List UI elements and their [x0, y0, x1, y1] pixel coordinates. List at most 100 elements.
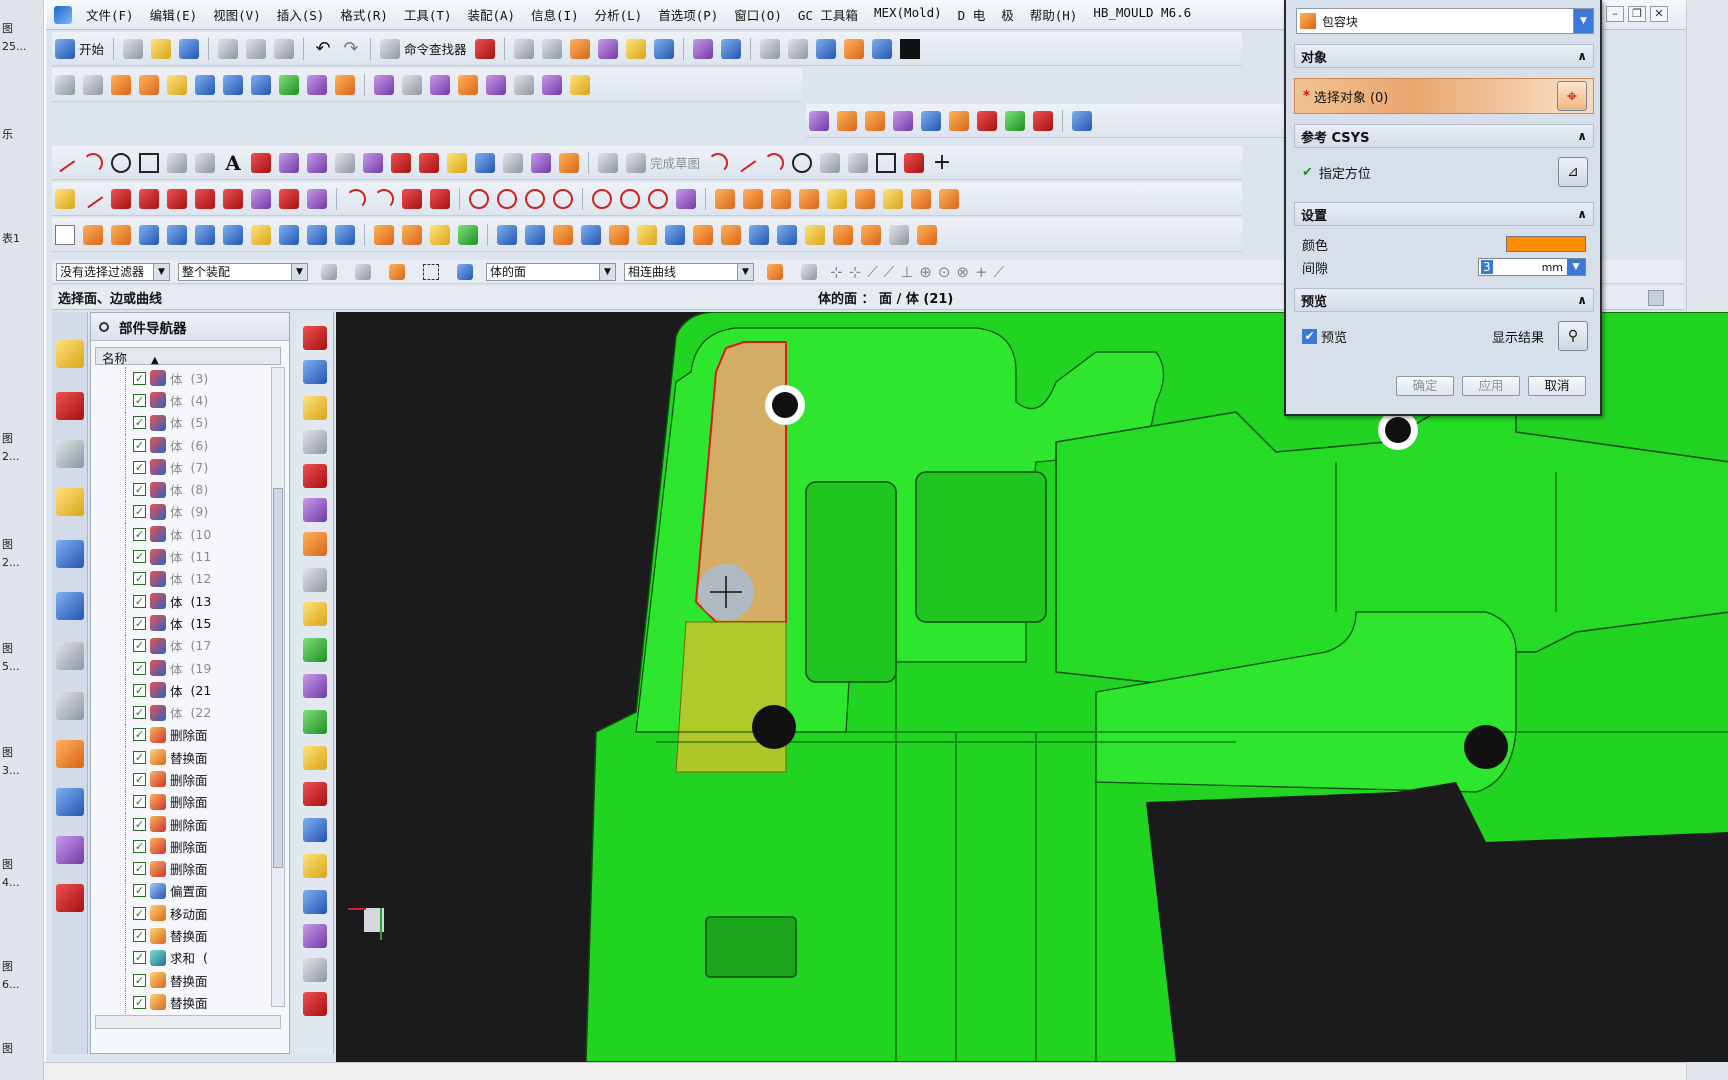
- start-button[interactable]: 开始: [52, 36, 107, 62]
- cube-tool-icon[interactable]: [303, 326, 327, 350]
- constraint-tool[interactable]: [220, 186, 246, 212]
- constraint-tool[interactable]: [589, 186, 615, 212]
- menu-item[interactable]: 文件(F): [78, 5, 142, 24]
- visibility-checkbox[interactable]: ✓: [133, 527, 146, 541]
- constraint-tool[interactable]: [399, 186, 425, 212]
- chevron-down-icon[interactable]: ▼: [1567, 259, 1585, 275]
- constraint-tool[interactable]: [276, 186, 302, 212]
- menu-item[interactable]: 插入(S): [269, 5, 333, 24]
- ok-button[interactable]: 确定: [1396, 376, 1454, 396]
- fillet-button[interactable]: [817, 150, 843, 176]
- menu-item[interactable]: 信息(I): [523, 5, 587, 24]
- constraint-tool[interactable]: [880, 186, 906, 212]
- curve-tool[interactable]: [500, 150, 526, 176]
- background-button[interactable]: [897, 36, 923, 62]
- visibility-checkbox[interactable]: ✓: [133, 572, 146, 586]
- visibility-checkbox[interactable]: ✓: [133, 817, 146, 831]
- edit-surface-tool[interactable]: [946, 108, 972, 134]
- feature-tool[interactable]: [136, 222, 162, 248]
- feature-tool[interactable]: [522, 222, 548, 248]
- navigator-row[interactable]: ✓ 删除面: [95, 812, 265, 836]
- cad-model-view[interactable]: [336, 312, 1728, 1062]
- visibility-checkbox[interactable]: ✓: [133, 483, 146, 497]
- macro-tool-icon[interactable]: [303, 674, 327, 698]
- select-faces-button[interactable]: [452, 262, 478, 282]
- chamfer-button[interactable]: [845, 150, 871, 176]
- text-tool[interactable]: A: [220, 150, 246, 176]
- move-tool-icon[interactable]: [303, 396, 327, 420]
- render-style-button[interactable]: [785, 36, 811, 62]
- curve-tool[interactable]: [556, 150, 582, 176]
- reuse-library-icon[interactable]: [56, 488, 84, 516]
- visibility-checkbox[interactable]: ✓: [133, 839, 146, 853]
- constraint-tool[interactable]: [80, 186, 106, 212]
- surface-tool[interactable]: [511, 72, 537, 98]
- feature-tool[interactable]: [332, 222, 358, 248]
- system-scene-icon[interactable]: [56, 884, 84, 912]
- minimize-button[interactable]: –: [1606, 6, 1624, 22]
- undo-button[interactable]: ↶: [310, 36, 336, 62]
- cut-button[interactable]: [215, 36, 241, 62]
- surface-tool[interactable]: [52, 72, 78, 98]
- edit-surface-tool[interactable]: [890, 108, 916, 134]
- surface-tool[interactable]: [220, 72, 246, 98]
- navigator-row[interactable]: ✓ 体 (6): [95, 433, 265, 457]
- snap-point-button[interactable]: [384, 262, 410, 282]
- feature-tool[interactable]: [248, 222, 274, 248]
- apply-button[interactable]: 应用: [1462, 376, 1520, 396]
- curve-tool[interactable]: [528, 150, 554, 176]
- constraint-tool[interactable]: [768, 186, 794, 212]
- part-navigator-icon[interactable]: [56, 440, 84, 468]
- close-button[interactable]: ✕: [1650, 6, 1668, 22]
- motion-button[interactable]: [651, 36, 677, 62]
- select-object-button[interactable]: ⌖: [1557, 81, 1587, 111]
- constraint-tool[interactable]: [522, 186, 548, 212]
- surface-tool[interactable]: [332, 72, 358, 98]
- filter-reset-button[interactable]: [316, 262, 342, 282]
- feature-tool[interactable]: [455, 222, 481, 248]
- curve-tool[interactable]: [388, 150, 414, 176]
- polygon-tool[interactable]: [164, 150, 190, 176]
- sheet-tool-icon[interactable]: [303, 532, 327, 556]
- edit-surface-tool[interactable]: [862, 108, 888, 134]
- feature-tool[interactable]: [858, 222, 884, 248]
- constraint-tool[interactable]: [673, 186, 699, 212]
- point-button[interactable]: +: [929, 150, 955, 176]
- navigator-row[interactable]: ✓ 体 (10: [95, 523, 265, 546]
- feature-tool[interactable]: [830, 222, 856, 248]
- restore-button[interactable]: ❐: [1628, 6, 1646, 22]
- feature-tool[interactable]: [494, 222, 520, 248]
- point-tool[interactable]: [192, 150, 218, 176]
- pin-icon[interactable]: [99, 321, 109, 332]
- circle-tool[interactable]: [108, 150, 134, 176]
- edit-surface-tool[interactable]: [974, 108, 1000, 134]
- show-result-button[interactable]: ⚲: [1558, 321, 1588, 351]
- visibility-checkbox[interactable]: ✓: [133, 416, 146, 430]
- csys-dialog-button[interactable]: ⊿: [1558, 157, 1588, 187]
- sketch-button[interactable]: [595, 150, 621, 176]
- select-button[interactable]: [511, 36, 537, 62]
- specify-orientation-row[interactable]: ✔ 指定方位 ⊿: [1294, 154, 1594, 190]
- menu-item[interactable]: 工具(T): [396, 5, 460, 24]
- constraint-tool[interactable]: [908, 186, 934, 212]
- fit-button[interactable]: [757, 36, 783, 62]
- line-button[interactable]: [733, 150, 759, 176]
- menu-item[interactable]: HB_MOULD M6.6: [1085, 5, 1199, 24]
- visibility-checkbox[interactable]: ✓: [133, 973, 146, 987]
- visibility-checkbox[interactable]: ✓: [133, 460, 146, 474]
- open-file-button[interactable]: [148, 36, 174, 62]
- section-tool-icon[interactable]: [303, 782, 327, 806]
- feature-tool[interactable]: [718, 222, 744, 248]
- command-finder-button[interactable]: 命令查找器: [377, 36, 470, 62]
- menu-item[interactable]: 视图(V): [205, 5, 269, 24]
- visibility-checkbox[interactable]: ✓: [133, 728, 146, 742]
- plate-tool-icon[interactable]: [303, 568, 327, 592]
- redo-button[interactable]: ↷: [338, 36, 364, 62]
- visibility-checkbox[interactable]: ✓: [133, 772, 146, 786]
- feature-tool[interactable]: [371, 222, 397, 248]
- color-swatch[interactable]: [1506, 236, 1586, 252]
- curve-tool[interactable]: [332, 150, 358, 176]
- visibility-checkbox[interactable]: ✓: [133, 884, 146, 898]
- feature-tool[interactable]: [220, 222, 246, 248]
- menu-item[interactable]: MEX(Mold): [866, 5, 950, 24]
